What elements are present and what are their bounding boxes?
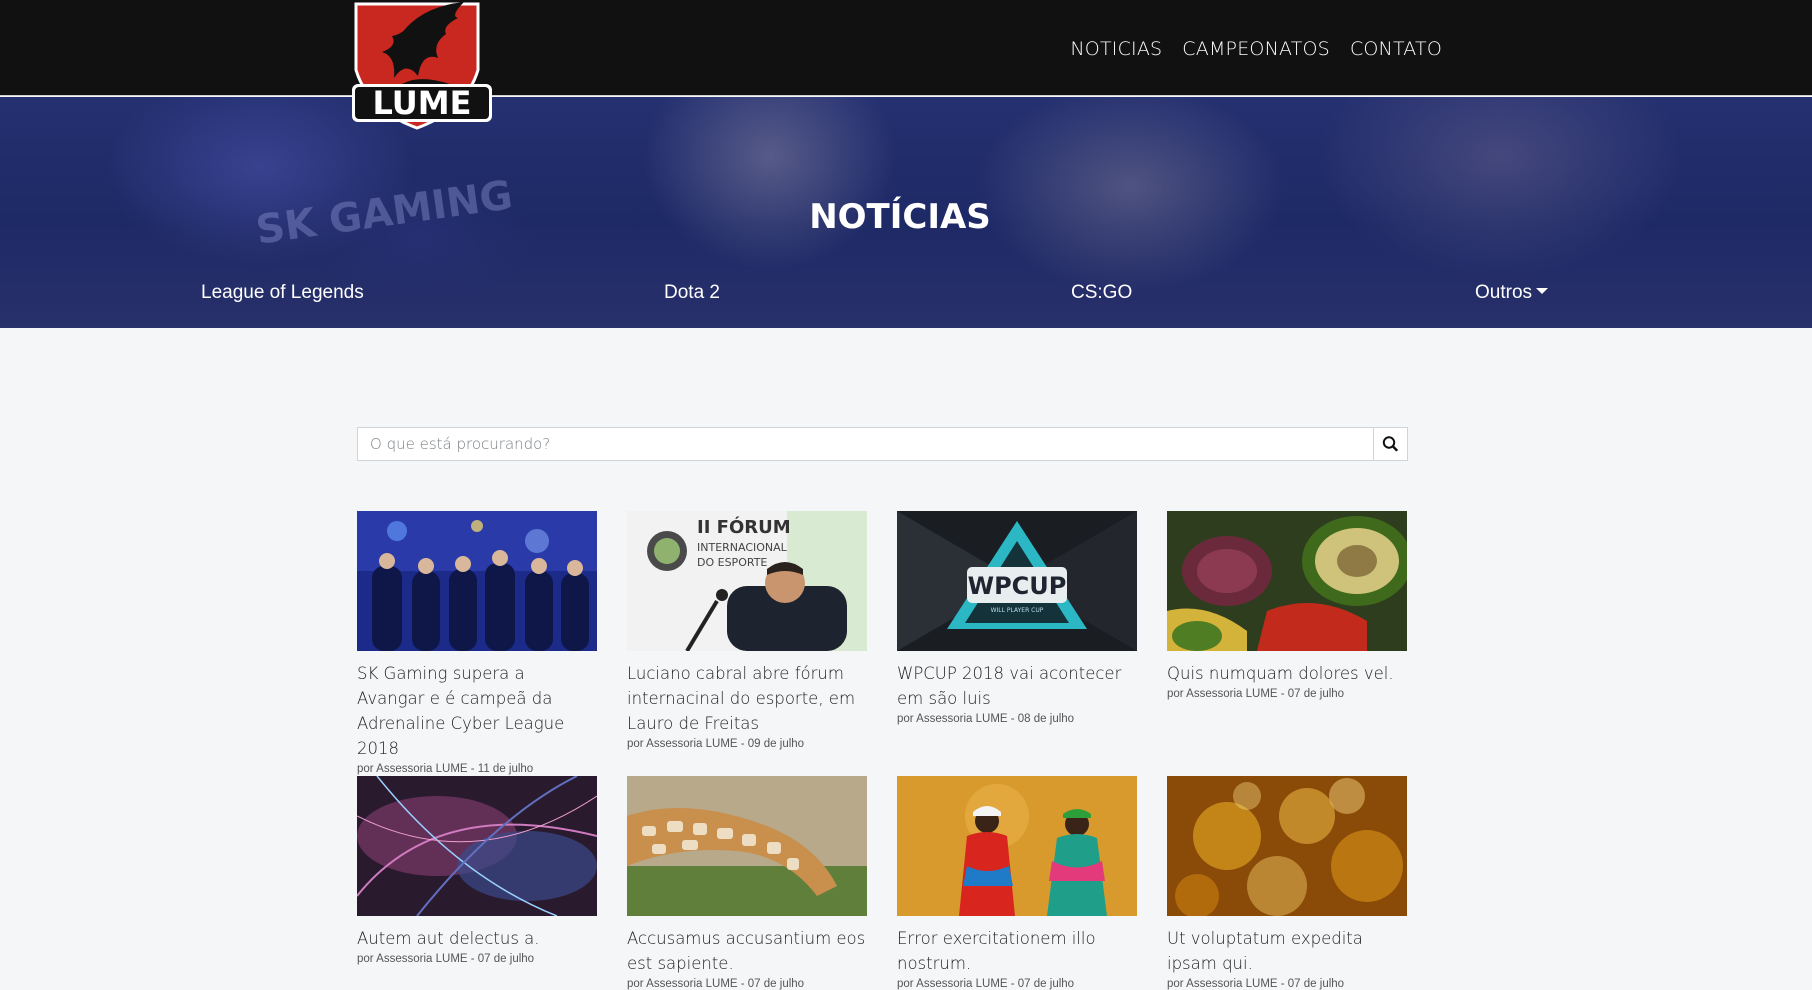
article-title[interactable]: Autem aut delectus a. [357,926,597,951]
search-input[interactable] [358,428,1374,460]
article-title[interactable]: Quis numquam dolores vel. [1167,661,1407,686]
forum-text-3: DO ESPORTE [697,556,767,569]
forum-text-2: INTERNACIONAL [697,541,788,554]
wpcup-text: WPCUP [968,572,1067,600]
article-thumbnail[interactable]: WPCUP WILL PLAYER CUP [897,511,1137,651]
news-card[interactable]: Autem aut delectus a. por Assessoria LUM… [357,776,597,965]
wpcup-subtext: WILL PLAYER CUP [991,607,1044,614]
search-button[interactable] [1373,428,1407,460]
forum-text-1: II FÓRUM [697,516,791,538]
article-title[interactable]: Ut voluptatum expedita ipsam qui. [1167,926,1407,976]
main-nav: NOTICIAS CAMPEONATOS CONTATO [1070,38,1442,60]
news-card[interactable]: Accusamus accusantium eos est sapiente. … [627,776,867,990]
logo-wordmark: LUME [373,84,472,122]
article-thumbnail[interactable] [897,776,1137,916]
page-title: NOTÍCIAS [809,197,991,237]
category-outros-label: Outros [1475,282,1533,303]
hero-banner: SK GAMING NOTÍCIAS League of Legends Dot… [0,97,1812,328]
news-card[interactable]: WPCUP WILL PLAYER CUP WPCUP 2018 vai aco… [897,511,1137,725]
category-outros-dropdown[interactable]: Outros [1475,282,1549,304]
news-card[interactable]: SK Gaming supera a Avangar e é campeã da… [357,511,597,775]
lume-logo[interactable]: LUME [346,0,498,132]
article-thumbnail[interactable] [357,776,597,916]
article-thumbnail[interactable] [1167,511,1407,651]
article-byline: por Assessoria LUME - 07 de julho [1167,688,1345,700]
caret-down-icon [1536,288,1549,294]
news-card[interactable]: Ut voluptatum expedita ipsam qui. por As… [1167,776,1407,990]
article-title[interactable]: SK Gaming supera a Avangar e é campeã da… [357,661,597,761]
article-byline: por Assessoria LUME - 07 de julho [1167,978,1345,990]
article-thumbnail[interactable] [1167,776,1407,916]
search-icon [1382,436,1398,452]
article-title[interactable]: WPCUP 2018 vai acontecer em são luis [897,661,1137,711]
article-byline: por Assessoria LUME - 07 de julho [897,978,1075,990]
article-byline: por Assessoria LUME - 09 de julho [627,738,805,750]
article-title[interactable]: Accusamus accusantium eos est sapiente. [627,926,867,976]
article-thumbnail[interactable] [357,511,597,651]
category-csgo[interactable]: CS:GO [1071,282,1132,304]
nav-campeonatos[interactable]: CAMPEONATOS [1182,38,1330,60]
article-title[interactable]: Luciano cabral abre fórum internacinal d… [627,661,867,736]
article-byline: por Assessoria LUME - 07 de julho [357,953,535,965]
nav-noticias[interactable]: NOTICIAS [1070,38,1162,60]
news-card[interactable]: Quis numquam dolores vel. por Assessoria… [1167,511,1407,700]
article-thumbnail[interactable]: II FÓRUM INTERNACIONAL DO ESPORTE [627,511,867,651]
category-league-of-legends[interactable]: League of Legends [201,282,364,304]
article-byline: por Assessoria LUME - 11 de julho [357,763,534,775]
article-title[interactable]: Error exercitationem illo nostrum. [897,926,1137,976]
news-card[interactable]: II FÓRUM INTERNACIONAL DO ESPORTE Lucian… [627,511,867,750]
search-bar [357,427,1408,461]
article-thumbnail[interactable] [627,776,867,916]
category-dota-2[interactable]: Dota 2 [664,282,720,304]
news-card[interactable]: Error exercitationem illo nostrum. por A… [897,776,1137,990]
top-navbar: NOTICIAS CAMPEONATOS CONTATO [0,0,1812,96]
article-byline: por Assessoria LUME - 08 de julho [897,713,1075,725]
article-byline: por Assessoria LUME - 07 de julho [627,978,805,990]
nav-contato[interactable]: CONTATO [1350,38,1442,60]
